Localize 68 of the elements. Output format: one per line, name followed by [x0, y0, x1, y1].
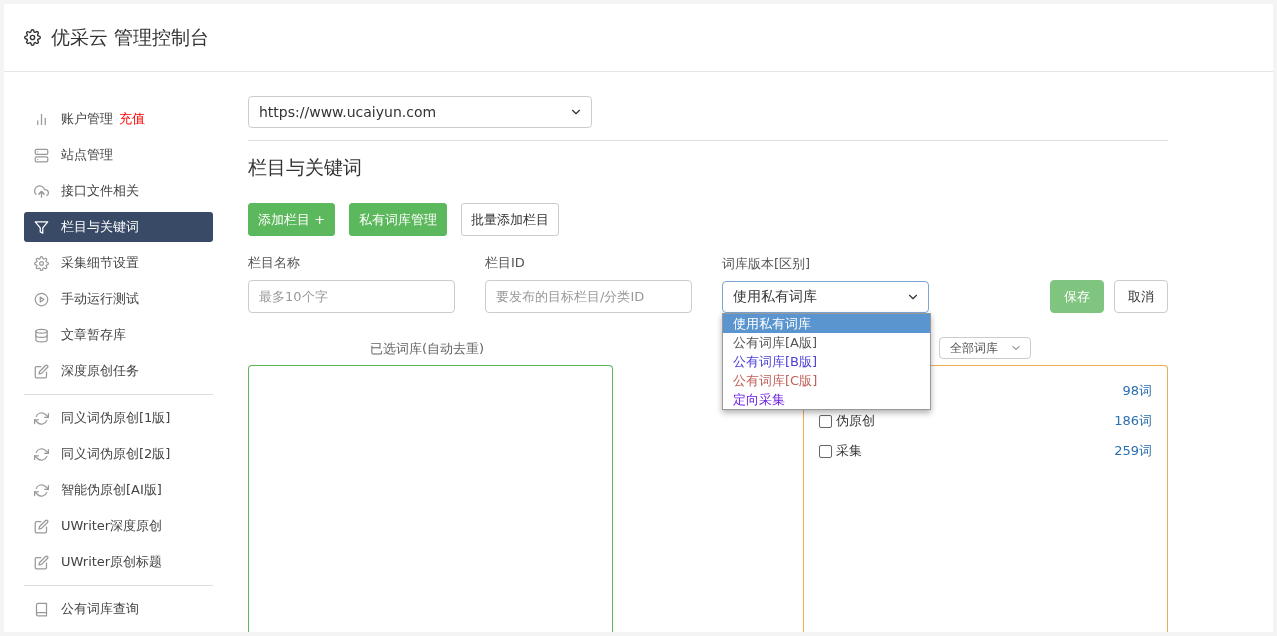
sidebar-label: 栏目与关键词: [61, 218, 139, 236]
input-field[interactable]: 要发布的目标栏目/分类ID: [485, 280, 692, 313]
cancel-button[interactable]: 取消: [1114, 280, 1168, 313]
sidebar-label: 手动运行测试: [61, 290, 139, 308]
edit-icon: [34, 363, 49, 379]
sidebar-item[interactable]: 同义词伪原创[2版]: [24, 439, 213, 469]
word-count: 98词: [1122, 382, 1152, 400]
sidebar-item[interactable]: 账户管理 充值: [24, 104, 213, 134]
console-title: 优采云 管理控制台: [51, 24, 210, 50]
sidebar-label: 接口文件相关: [61, 182, 139, 200]
action-button[interactable]: 批量添加栏目: [461, 203, 560, 236]
sidebar-item[interactable]: 同义词伪原创[1版]: [24, 403, 213, 433]
dropdown-option[interactable]: 定向采集: [723, 390, 930, 409]
field-label: 栏目名称: [248, 254, 301, 272]
settings-icon: [24, 29, 41, 46]
sidebar-item[interactable]: 采集细节设置: [24, 248, 213, 278]
sidebar-label: 智能伪原创[AI版]: [61, 481, 162, 499]
recharge-link[interactable]: 充值: [119, 111, 145, 126]
word-count: 259词: [1114, 442, 1152, 460]
gear-icon: [34, 255, 49, 271]
sidebar-label: UWriter深度原创: [61, 517, 163, 535]
refresh-icon: [34, 410, 49, 426]
version-select[interactable]: 使用私有词库: [722, 281, 929, 313]
sidebar-label: 账户管理 充值: [61, 110, 145, 128]
sidebar-item[interactable]: UWriter深度原创: [24, 511, 213, 541]
sidebar-item[interactable]: 文章暂存库: [24, 320, 213, 350]
sidebar-item[interactable]: 接口文件相关: [24, 176, 213, 206]
dropdown-option[interactable]: 公有词库[B版]: [723, 352, 930, 371]
checkbox[interactable]: [819, 444, 832, 458]
sidebar-item[interactable]: 手动运行测试: [24, 284, 213, 314]
play-icon: [34, 291, 49, 307]
filter-select[interactable]: 全部词库: [939, 337, 1031, 359]
sidebar-label: 深度原创任务: [61, 362, 139, 380]
library-name: 采集: [836, 442, 862, 460]
bar-chart-icon: [34, 111, 49, 127]
sidebar-item[interactable]: 智能伪原创[AI版]: [24, 475, 213, 505]
edit-icon: [34, 518, 49, 534]
field-label: 词库版本[区别]: [722, 255, 812, 273]
sidebar-label: 站点管理: [61, 146, 113, 164]
sidebar-item[interactable]: 站点管理: [24, 140, 213, 170]
library-name: 伪原创: [836, 412, 875, 430]
database-icon: [34, 327, 49, 343]
dropdown-option[interactable]: 公有词库[A版]: [723, 333, 930, 352]
sidebar-label: 公有词库查询: [61, 600, 139, 618]
edit-icon: [34, 554, 49, 570]
sidebar-label: UWriter原创标题: [61, 553, 163, 571]
sidebar-label: 同义词伪原创[1版]: [61, 409, 171, 427]
field-label: 栏目ID: [485, 254, 526, 272]
dropdown-option[interactable]: 公有词库[C版]: [723, 371, 930, 390]
sidebar-item[interactable]: 公有词库查询: [24, 594, 213, 624]
refresh-icon: [34, 446, 49, 462]
server-icon: [34, 147, 49, 163]
filter-icon: [34, 219, 49, 235]
sidebar-label: 文章暂存库: [61, 326, 126, 344]
refresh-icon: [34, 482, 49, 498]
word-count: 186词: [1114, 412, 1152, 430]
input-field[interactable]: 最多10个字: [248, 280, 455, 313]
sidebar-item[interactable]: 深度原创任务: [24, 356, 213, 386]
checkbox[interactable]: [819, 414, 832, 428]
sidebar-label: 采集细节设置: [61, 254, 139, 272]
book-icon: [34, 601, 49, 617]
sidebar-label: 同义词伪原创[2版]: [61, 445, 171, 463]
sidebar-item[interactable]: UWriter原创标题: [24, 547, 213, 577]
section-heading: 栏目与关键词: [248, 155, 363, 180]
cloud-upload-icon: [34, 183, 49, 199]
selected-libraries-label: 已选词库(自动去重): [370, 341, 485, 356]
site-select[interactable]: https://www.ucaiyun.com: [248, 96, 592, 128]
sidebar-item[interactable]: 栏目与关键词: [24, 212, 213, 242]
